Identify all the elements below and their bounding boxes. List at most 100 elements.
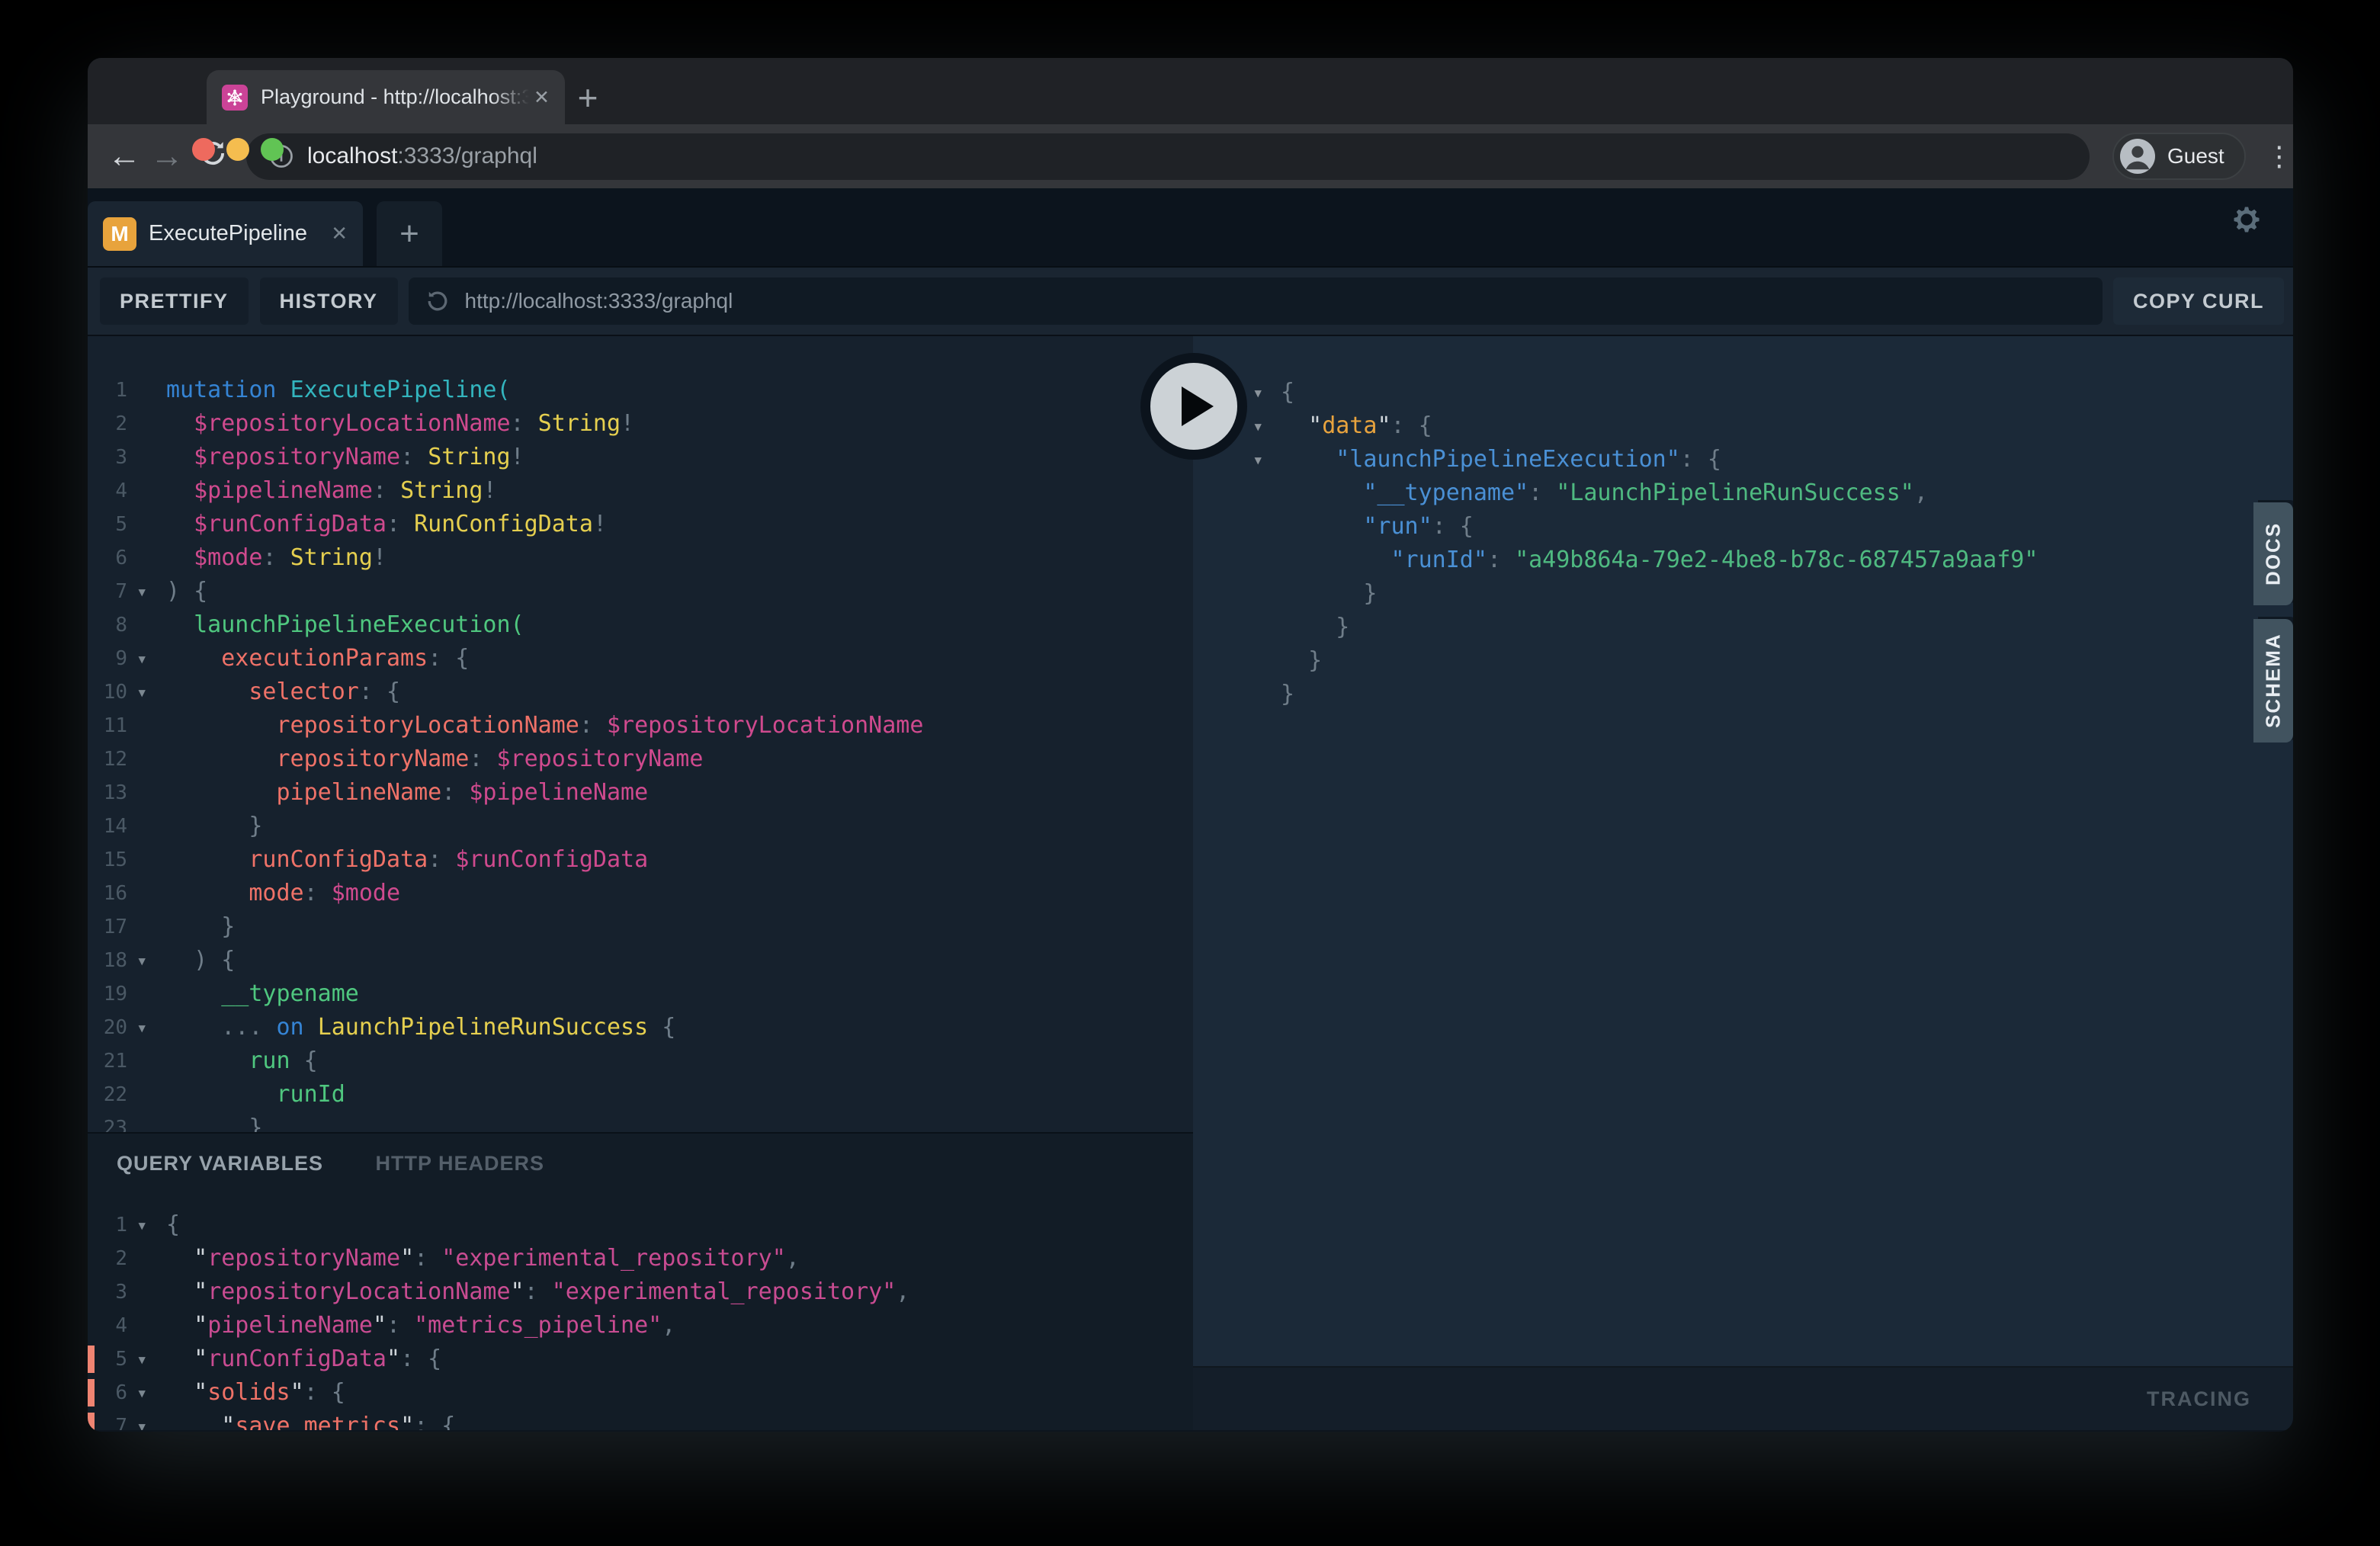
- fold-arrow-icon[interactable]: ▾: [1253, 376, 1281, 409]
- fold-arrow-icon[interactable]: ▾: [127, 944, 166, 977]
- minimize-window-button[interactable]: [226, 138, 249, 161]
- line-number: 6: [88, 541, 127, 575]
- code-text: ) {: [166, 575, 207, 608]
- endpoint-input[interactable]: http://localhost:3333/graphql: [409, 277, 2103, 325]
- fold-arrow-icon[interactable]: ▾: [127, 1208, 166, 1242]
- fold-arrow-icon[interactable]: ▾: [127, 1342, 166, 1376]
- query-editor[interactable]: 1mutation ExecutePipeline(2 $repositoryL…: [88, 336, 1193, 1132]
- code-text: repositoryLocationName: $repositoryLocat…: [166, 709, 923, 743]
- tab-close-icon[interactable]: ✕: [534, 86, 550, 109]
- prettify-button[interactable]: PRETTIFY: [100, 277, 249, 325]
- fold-arrow-icon[interactable]: ▾: [127, 1011, 166, 1044]
- profile-chip[interactable]: Guest: [2112, 133, 2246, 180]
- code-line: 22 runId: [88, 1078, 1193, 1111]
- code-line: 1mutation ExecutePipeline(: [88, 374, 1193, 407]
- code-text: $repositoryName: String!: [166, 441, 524, 474]
- code-text: runConfigData: $runConfigData: [166, 843, 648, 877]
- code-line: 4 $pipelineName: String!: [88, 474, 1193, 508]
- schema-side-tab[interactable]: SCHEMA: [2253, 619, 2293, 743]
- code-text: $runConfigData: RunConfigData!: [166, 508, 607, 541]
- code-text: launchPipelineExecution(: [166, 608, 524, 642]
- execute-button[interactable]: [1140, 353, 1247, 460]
- fold-arrow-icon[interactable]: ▾: [127, 1376, 166, 1410]
- fold-spacer: [1253, 510, 1281, 544]
- reconnect-icon[interactable]: [424, 287, 451, 315]
- new-session-button[interactable]: +: [377, 201, 442, 266]
- tracing-toggle[interactable]: TRACING: [2147, 1387, 2251, 1411]
- line-number: 17: [88, 910, 127, 944]
- session-toolbar: PRETTIFY HISTORY http://localhost:3333/g…: [88, 268, 2293, 336]
- fold-arrow-icon[interactable]: ▾: [1253, 443, 1281, 476]
- code-text: }: [166, 810, 262, 843]
- code-line: 17 }: [88, 910, 1193, 944]
- line-number: 7: [88, 1410, 127, 1430]
- copy-curl-button[interactable]: COPY CURL: [2113, 277, 2284, 325]
- code-line: ▾ "data": {: [1193, 409, 2293, 443]
- fold-spacer: [127, 910, 166, 944]
- fold-spacer: [127, 776, 166, 810]
- line-number: 14: [88, 810, 127, 843]
- session-tab-label: ExecutePipeline: [149, 221, 319, 246]
- address-bar[interactable]: localhost:3333/graphql: [246, 133, 2090, 180]
- fold-arrow-icon[interactable]: ▾: [1253, 409, 1281, 443]
- fold-arrow-icon[interactable]: ▾: [127, 1410, 166, 1430]
- back-button[interactable]: ←: [103, 140, 146, 173]
- fold-spacer: [127, 541, 166, 575]
- fold-arrow-icon[interactable]: ▾: [127, 575, 166, 608]
- fold-spacer: [127, 374, 166, 407]
- fold-spacer: [127, 1044, 166, 1078]
- code-text: {: [166, 1208, 180, 1242]
- fold-spacer: [127, 1078, 166, 1111]
- tab-http-headers[interactable]: HTTP HEADERS: [376, 1152, 545, 1176]
- code-line: 7▾) {: [88, 575, 1193, 608]
- new-tab-button[interactable]: +: [565, 70, 611, 124]
- fold-spacer: [127, 843, 166, 877]
- close-window-button[interactable]: [192, 138, 215, 161]
- graphql-playground: M ExecutePipeline ✕ + PRETTIFY HISTORY: [88, 188, 2293, 1432]
- fold-arrow-icon[interactable]: ▾: [127, 642, 166, 675]
- code-line: 18▾ ) {: [88, 944, 1193, 977]
- zoom-window-button[interactable]: [261, 138, 284, 161]
- line-number: 5: [88, 508, 127, 541]
- browser-menu-icon[interactable]: ⋮: [2266, 140, 2293, 172]
- fold-spacer: [127, 709, 166, 743]
- fold-arrow-icon[interactable]: ▾: [127, 675, 166, 709]
- line-number: 19: [88, 977, 127, 1011]
- docs-side-tab[interactable]: DOCS: [2253, 502, 2293, 605]
- fold-spacer: [127, 1111, 166, 1132]
- browser-window: Playground - http://localhost:3 ✕ + ← →: [88, 58, 2293, 1432]
- code-line: "__typename": "LaunchPipelineRunSuccess"…: [1193, 476, 2293, 510]
- code-line: 5 $runConfigData: RunConfigData!: [88, 508, 1193, 541]
- line-number: 2: [88, 407, 127, 441]
- response-viewer[interactable]: ▾{▾ "data": {▾ "launchPipelineExecution"…: [1193, 336, 2293, 1366]
- fold-spacer: [1253, 476, 1281, 510]
- code-text: ... on LaunchPipelineRunSuccess {: [166, 1011, 675, 1044]
- line-number: 23: [88, 1111, 127, 1132]
- code-line: 7▾ "save_metrics": {: [88, 1410, 1193, 1430]
- profile-name: Guest: [2167, 144, 2224, 168]
- history-button[interactable]: HISTORY: [260, 277, 398, 325]
- code-line: 2 $repositoryLocationName: String!: [88, 407, 1193, 441]
- line-number: 22: [88, 1078, 127, 1111]
- code-line: 1▾{: [88, 1208, 1193, 1242]
- fold-spacer: [1253, 611, 1281, 644]
- line-number: 1: [88, 374, 127, 407]
- tab-query-variables[interactable]: QUERY VARIABLES: [117, 1152, 323, 1176]
- browser-tab-title: Playground - http://localhost:3: [261, 85, 529, 109]
- code-text: "runId": "a49b864a-79e2-4be8-b78c-687457…: [1281, 544, 2038, 577]
- line-number: 13: [88, 776, 127, 810]
- variables-editor-lines: 1▾{2 "repositoryName": "experimental_rep…: [88, 1208, 1193, 1430]
- session-close-icon[interactable]: ✕: [331, 222, 348, 245]
- settings-gear-icon[interactable]: [2229, 202, 2264, 237]
- code-line: }: [1193, 611, 2293, 644]
- browser-tabstrip: Playground - http://localhost:3 ✕ +: [88, 58, 2293, 124]
- line-number: 6: [88, 1376, 127, 1410]
- code-text: mode: $mode: [166, 877, 400, 910]
- code-line: 6▾ "solids": {: [88, 1376, 1193, 1410]
- variables-panel[interactable]: QUERY VARIABLES HTTP HEADERS 1▾{2 "repos…: [88, 1132, 1193, 1430]
- code-text: "repositoryName": "experimental_reposito…: [166, 1242, 800, 1275]
- browser-tab[interactable]: Playground - http://localhost:3 ✕: [207, 70, 565, 124]
- session-tab[interactable]: M ExecutePipeline ✕: [88, 201, 363, 266]
- code-line: 13 pipelineName: $pipelineName: [88, 776, 1193, 810]
- fold-spacer: [1253, 678, 1281, 711]
